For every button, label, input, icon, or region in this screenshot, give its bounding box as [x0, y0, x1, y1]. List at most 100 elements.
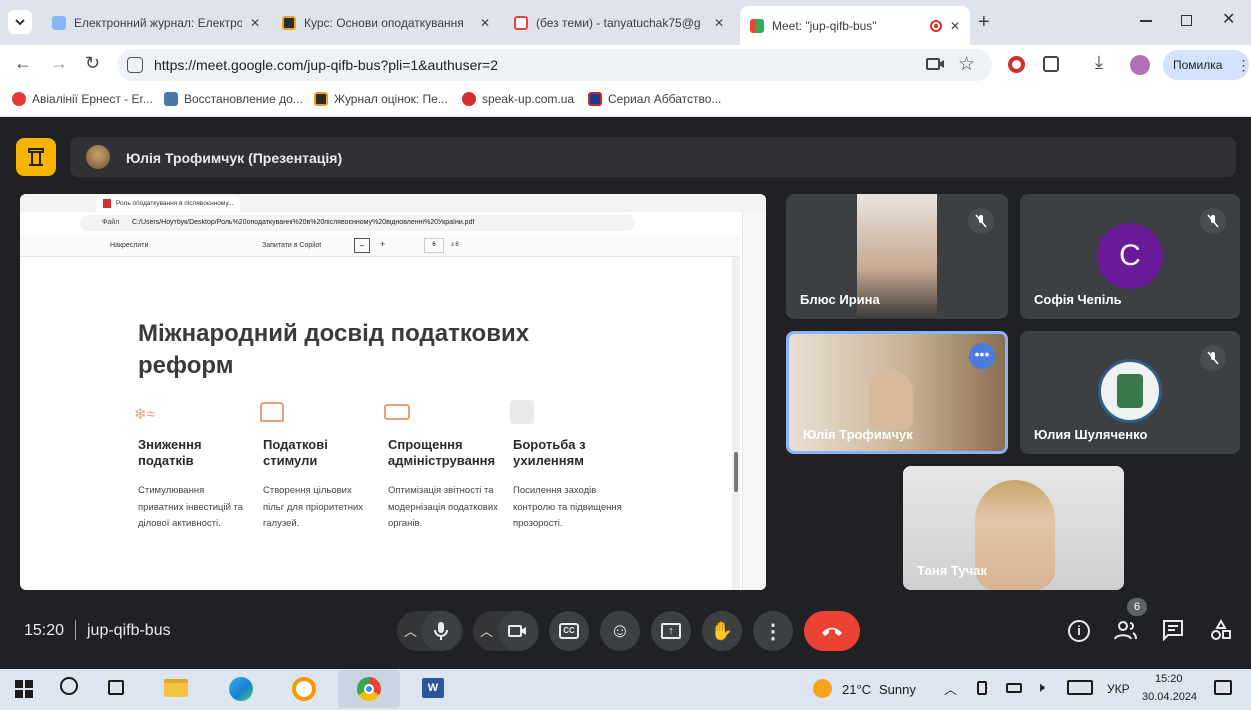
language-indicator[interactable]: УКР — [1107, 682, 1130, 696]
control-icon — [510, 400, 534, 424]
notifications-icon[interactable] — [1214, 680, 1232, 695]
task-view-icon[interactable] — [108, 680, 124, 695]
people-button[interactable] — [1114, 619, 1138, 646]
activities-button[interactable] — [1210, 618, 1232, 646]
column-text: Посилення заходів контролю та підвищення… — [513, 485, 622, 529]
participant-name: Юлія Трофимчук — [803, 427, 913, 442]
leave-call-button[interactable] — [804, 611, 860, 651]
more-vert-icon: ⋮ — [1236, 56, 1251, 73]
network-icon[interactable] — [977, 681, 987, 695]
reload-icon[interactable]: ↻ — [85, 53, 100, 74]
tray-chevron-icon[interactable]: ︿ — [944, 679, 957, 698]
site-settings-icon[interactable] — [127, 57, 143, 73]
tab-title: Електронний журнал: Електро — [74, 16, 242, 30]
avatar-initial: C — [1119, 239, 1141, 272]
meet-icon — [750, 18, 764, 33]
close-icon[interactable]: ✕ — [714, 16, 724, 30]
participant-avatar: C — [1097, 223, 1163, 289]
browser-tab-active[interactable]: Meet: "jup-qifb-bus" ✕ — [740, 6, 970, 45]
camera-icon[interactable] — [926, 56, 946, 72]
incentive-icon — [260, 402, 284, 422]
forward-arrow-icon[interactable]: → — [50, 53, 68, 74]
bookmark-favicon-icon — [314, 92, 328, 106]
weather-text[interactable]: Sunny — [879, 682, 916, 697]
meet-logo-button[interactable] — [16, 138, 56, 176]
pdf-column: Зниження податків Стимулювання приватних… — [138, 437, 248, 533]
close-icon[interactable]: ✕ — [250, 16, 260, 30]
word-icon[interactable]: W — [422, 678, 444, 698]
recording-icon — [929, 19, 942, 32]
chat-button[interactable] — [1162, 619, 1184, 646]
keyboard-icon[interactable] — [1067, 680, 1093, 695]
file-explorer-icon[interactable] — [164, 679, 188, 697]
bookmark-favicon-icon — [462, 92, 476, 106]
bookmark-item[interactable]: Журнал оцінок: Пе... — [314, 92, 448, 106]
page-number: 6 — [432, 242, 436, 248]
tab-favicon-icon — [282, 16, 296, 30]
emoji-button[interactable]: ☺ — [600, 611, 640, 651]
close-icon[interactable]: ✕ — [480, 16, 490, 30]
microphone-icon — [434, 622, 448, 640]
bookmark-item[interactable]: Восстановление до... — [164, 92, 303, 106]
participant-tile[interactable]: C Софія Чепіль — [1020, 194, 1240, 319]
new-tab-button[interactable]: + — [978, 11, 990, 34]
camera-icon — [508, 625, 526, 637]
video-options-chevron-icon[interactable]: ︿ — [480, 621, 493, 640]
clock-date[interactable]: 30.04.2024 — [1142, 691, 1197, 703]
participant-tile-speaking[interactable]: ••• Юлія Трофимчук — [786, 331, 1008, 454]
browser-tab[interactable]: Електронний журнал: Електро ✕ — [42, 8, 270, 38]
opera-icon[interactable] — [1008, 56, 1025, 73]
bookmark-star-icon[interactable]: ☆ — [958, 53, 975, 76]
download-icon[interactable]: ⤓ — [1095, 52, 1103, 73]
windows-start-icon[interactable] — [15, 680, 33, 698]
back-arrow-icon[interactable]: ← — [14, 53, 32, 74]
tab-title: Meet: "jup-qifb-bus" — [772, 18, 877, 33]
clock-time[interactable]: 15:20 — [1155, 673, 1183, 685]
close-window-button[interactable]: ✕ — [1222, 9, 1235, 29]
zoom-out-box: – — [354, 238, 370, 253]
participant-tile[interactable]: Юлия Шуляченко — [1020, 331, 1240, 454]
presenter-name: Юлія Трофимчук (Презентація) — [126, 150, 343, 166]
minimize-window-button[interactable] — [1140, 20, 1152, 22]
audio-options-chevron-icon[interactable]: ︿ — [404, 621, 417, 640]
extensions-icon[interactable] — [1043, 56, 1059, 72]
restore-window-button[interactable] — [1181, 15, 1192, 26]
raise-hand-button[interactable]: ✋ — [702, 611, 742, 651]
edge-sidebar — [742, 212, 766, 590]
bookmark-item[interactable]: Сериал Аббатство... — [588, 92, 721, 106]
battery-icon[interactable] — [1006, 683, 1022, 693]
browser-tab[interactable]: (без теми) - tanyatuchak75@g ✕ — [504, 8, 734, 38]
column-title: Боротьба з ухиленням — [513, 437, 586, 468]
microphone-button[interactable] — [421, 611, 461, 651]
more-vert-icon: ⋮ — [763, 620, 783, 643]
weather-temp[interactable]: 21°C — [842, 682, 871, 697]
search-icon[interactable] — [60, 677, 78, 695]
participant-name: Юлия Шуляченко — [1034, 427, 1148, 442]
url-text[interactable]: https://meet.google.com/jup-qifb-bus?pli… — [154, 57, 498, 73]
participant-name: Софія Чепіль — [1034, 292, 1122, 307]
error-button[interactable]: Помилка ⋮ — [1163, 50, 1251, 80]
bookmark-item[interactable]: Авіалінії Ернест - Er... — [12, 92, 153, 106]
bookmark-label: Сериал Аббатство... — [608, 92, 722, 106]
bookmark-item[interactable]: speak-up.com.ua — [462, 92, 574, 106]
browser-tab[interactable]: Курс: Основи оподаткування ✕ — [272, 8, 500, 38]
present-button[interactable]: ↑ — [651, 611, 691, 651]
more-options-button[interactable]: ••• — [969, 343, 995, 369]
profile-avatar[interactable] — [1130, 55, 1150, 75]
captions-button[interactable]: CC — [549, 611, 589, 651]
volume-icon[interactable]: 🕨 — [1036, 679, 1045, 696]
camera-button[interactable] — [498, 611, 538, 651]
close-icon[interactable]: ✕ — [950, 19, 960, 33]
participant-tile[interactable]: Таня Тучак — [903, 466, 1124, 590]
tab-search-button[interactable] — [8, 10, 32, 34]
column-text: Створення цільових пільг для пріоритетни… — [263, 485, 364, 529]
bookmark-label: speak-up.com.ua — [482, 92, 575, 106]
chevron-down-icon — [15, 19, 25, 26]
participant-tile[interactable]: Блюс Ирина — [786, 194, 1008, 319]
more-options-button[interactable]: ⋮ — [753, 611, 793, 651]
meeting-info-button[interactable]: i — [1068, 620, 1090, 642]
participants-count-badge: 6 — [1127, 598, 1147, 616]
bookmark-favicon-icon — [12, 92, 26, 106]
opera-taskbar-icon[interactable] — [292, 677, 316, 701]
edge-icon[interactable] — [229, 677, 253, 701]
